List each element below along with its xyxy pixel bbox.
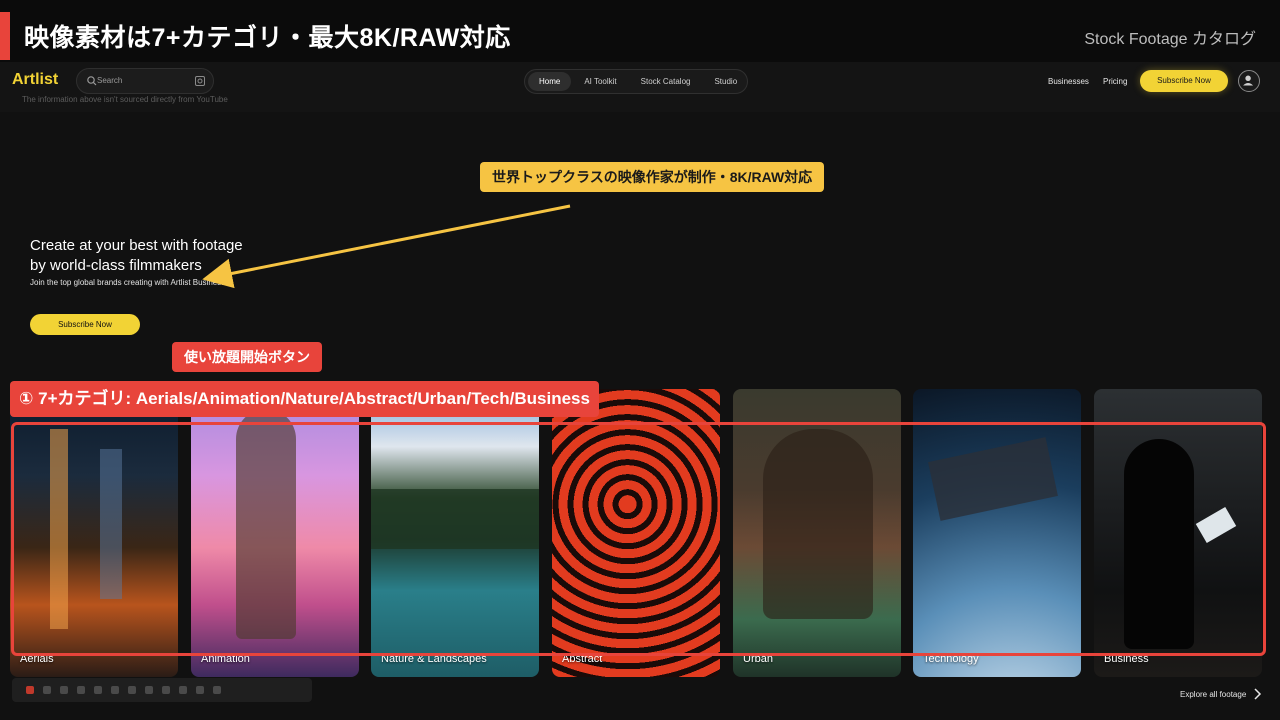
slide: 映像素材は7+カテゴリ・最大8K/RAW対応 Stock Footage カタロ…	[0, 0, 1280, 720]
recording-toolbar	[12, 678, 312, 702]
record-icon[interactable]	[26, 686, 34, 694]
nav-tab-ai-toolkit[interactable]: AI Toolkit	[573, 72, 627, 91]
chevron-right-icon[interactable]	[1252, 688, 1262, 700]
hero-title: Create at your best with footage by worl…	[30, 236, 310, 276]
text-tool-icon[interactable]	[162, 686, 170, 694]
businesses-link[interactable]: Businesses	[1048, 77, 1089, 86]
settings-icon[interactable]	[213, 686, 221, 694]
image-search-icon[interactable]	[194, 75, 206, 87]
main-nav: Home AI Toolkit Stock Catalog Studio	[524, 69, 748, 94]
subscribe-now-button[interactable]: Subscribe Now	[1140, 70, 1228, 92]
subscribe-callout: 使い放題開始ボタン	[172, 342, 322, 372]
user-avatar[interactable]	[1238, 70, 1260, 92]
search-input[interactable]: Search	[76, 68, 214, 94]
user-icon	[1243, 75, 1254, 86]
categories-highlight-frame	[11, 422, 1266, 656]
filmmakers-callout: 世界トップクラスの映像作家が制作・8K/RAW対応	[480, 162, 825, 192]
cursor-icon[interactable]	[94, 686, 102, 694]
pen-icon[interactable]	[128, 686, 136, 694]
hero-subscribe-button[interactable]: Subscribe Now	[30, 314, 140, 335]
artlist-navbar: Artlist The information above isn't sour…	[0, 62, 1280, 112]
restart-icon[interactable]	[60, 686, 68, 694]
nav-tab-home[interactable]: Home	[528, 72, 572, 91]
search-placeholder: Search	[97, 76, 123, 85]
hero-title-line-1: Create at your best with footage	[30, 237, 243, 254]
slide-tag: Stock Footage カタログ	[1084, 31, 1256, 48]
nav-tab-studio[interactable]: Studio	[703, 72, 748, 91]
eraser-icon[interactable]	[196, 686, 204, 694]
explore-all-footage-link[interactable]: Explore all footage	[1180, 690, 1246, 699]
hero-subtitle: Join the top global brands creating with…	[30, 278, 226, 287]
arrow-tool-icon[interactable]	[145, 686, 153, 694]
pause-icon[interactable]	[43, 686, 51, 694]
slide-header: 映像素材は7+カテゴリ・最大8K/RAW対応 Stock Footage カタロ…	[0, 0, 1280, 62]
slide-title: 映像素材は7+カテゴリ・最大8K/RAW対応	[24, 24, 511, 52]
youtube-disclaimer: The information above isn't sourced dire…	[22, 95, 228, 104]
zoom-icon[interactable]	[111, 686, 119, 694]
pricing-link[interactable]: Pricing	[1103, 77, 1127, 86]
slide-accent-bar	[0, 12, 10, 60]
nav-tab-stock-catalog[interactable]: Stock Catalog	[630, 72, 702, 91]
categories-callout: ① 7+カテゴリ: Aerials/Animation/Nature/Abstr…	[10, 381, 599, 417]
highlighter-icon[interactable]	[179, 686, 187, 694]
artlist-logo[interactable]: Artlist	[12, 71, 58, 89]
hero-title-line-2: by world-class filmmakers	[30, 257, 202, 274]
delete-icon[interactable]	[77, 686, 85, 694]
